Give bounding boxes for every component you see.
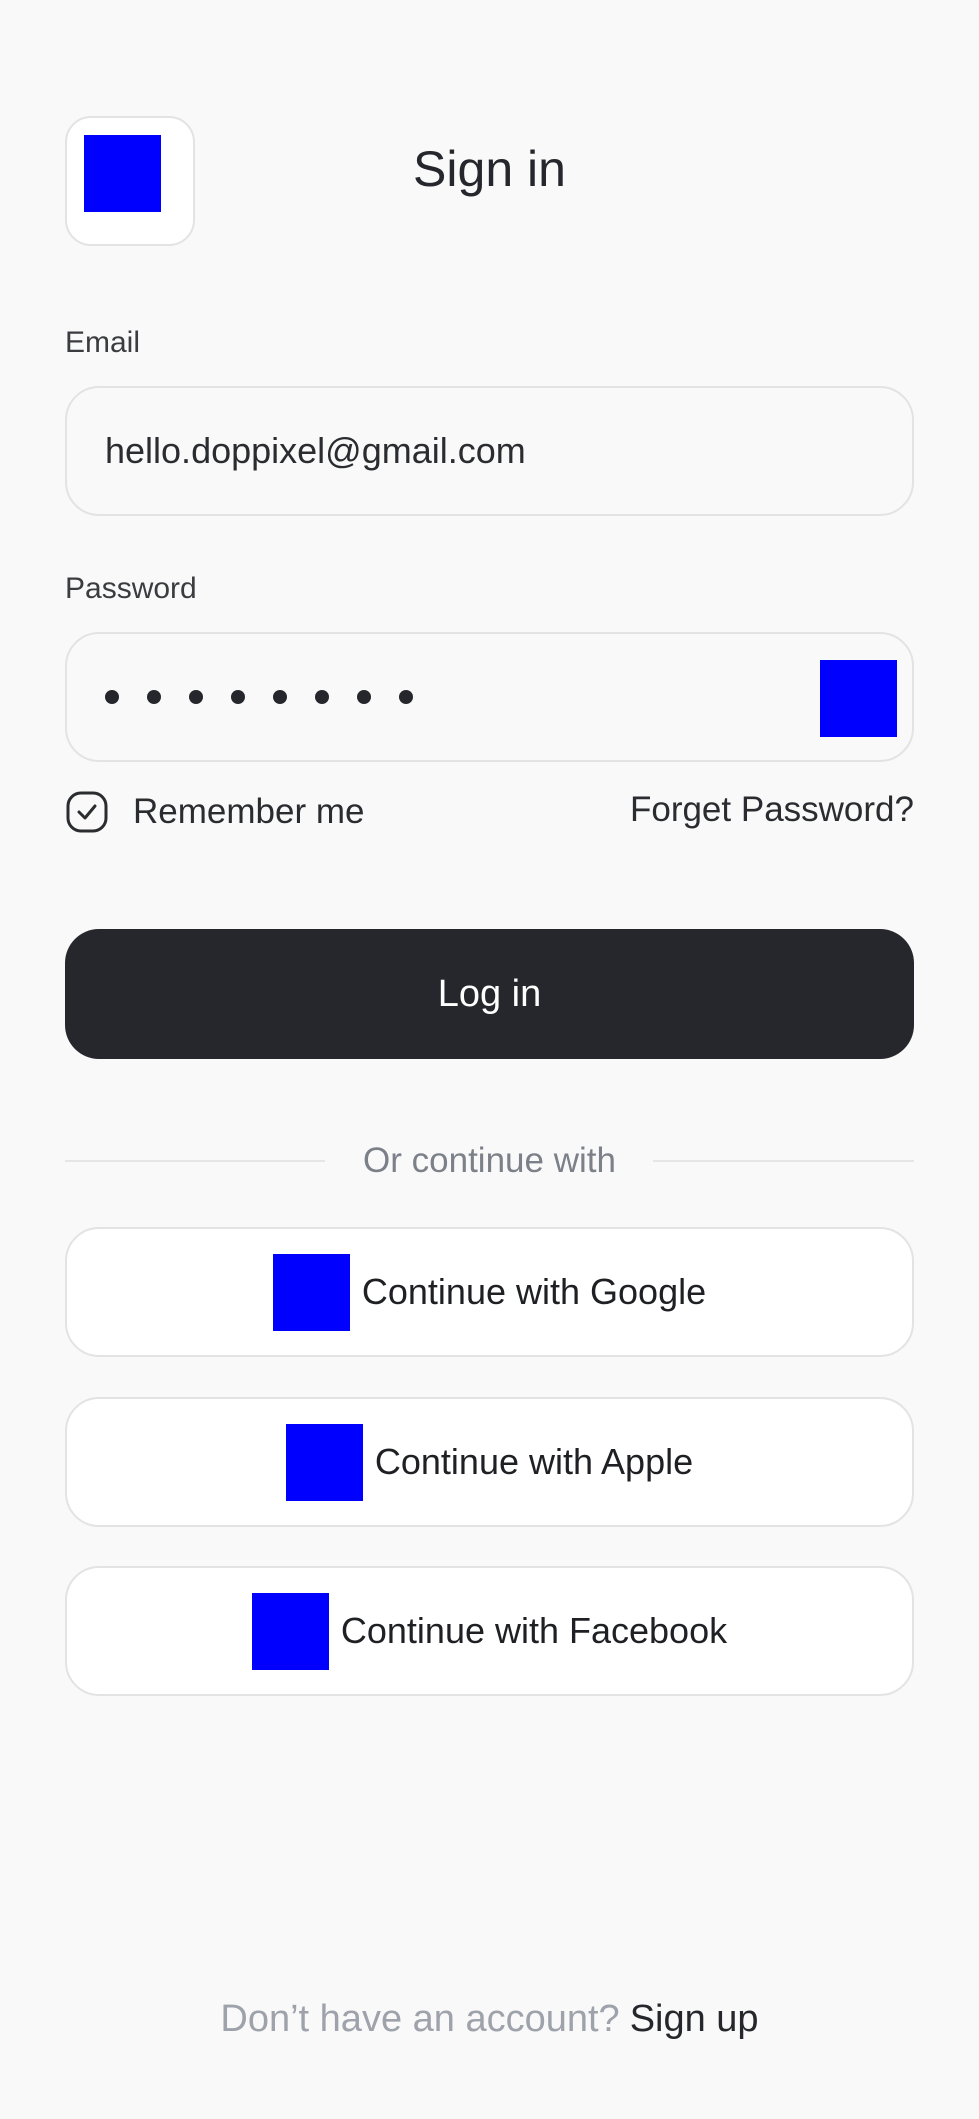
signup-prompt-text: Don’t have an account? (220, 1998, 620, 2040)
facebook-button-label: Continue with Facebook (340, 1610, 728, 1651)
password-dot (105, 690, 119, 704)
remember-me-checkbox[interactable]: Remember me (65, 790, 364, 834)
password-mask (105, 634, 413, 760)
apple-button-label: Continue with Apple (374, 1441, 694, 1482)
facebook-button[interactable]: Continue with Facebook (65, 1566, 914, 1696)
password-dot (273, 690, 287, 704)
password-label: Password (65, 572, 197, 605)
facebook-icon (251, 1592, 329, 1670)
eye-icon[interactable] (820, 660, 897, 737)
password-dot (357, 690, 371, 704)
password-field[interactable] (65, 632, 914, 762)
password-dot (315, 690, 329, 704)
signup-prompt: Don’t have an account? Sign up (0, 1998, 979, 2041)
remember-me-label: Remember me (133, 792, 365, 831)
google-icon (272, 1253, 350, 1331)
apple-icon (285, 1423, 363, 1501)
login-button[interactable]: Log in (65, 929, 914, 1059)
forgot-password-link[interactable]: Forget Password? (630, 790, 914, 830)
page-title: Sign in (413, 141, 566, 197)
google-button-label: Continue with Google (361, 1271, 707, 1312)
email-label: Email (65, 326, 141, 359)
google-button[interactable]: Continue with Google (65, 1227, 914, 1357)
email-value: hello.doppixel@gmail.com (105, 430, 526, 471)
password-dot (147, 690, 161, 704)
email-field[interactable]: hello.doppixel@gmail.com (65, 386, 914, 516)
signup-link[interactable]: Sign up (630, 1998, 759, 2040)
apple-button[interactable]: Continue with Apple (65, 1397, 914, 1527)
password-dot (399, 690, 413, 704)
password-dot (189, 690, 203, 704)
divider-right (653, 1160, 914, 1162)
password-dot (231, 690, 245, 704)
checkbox-checked-icon (66, 791, 108, 833)
